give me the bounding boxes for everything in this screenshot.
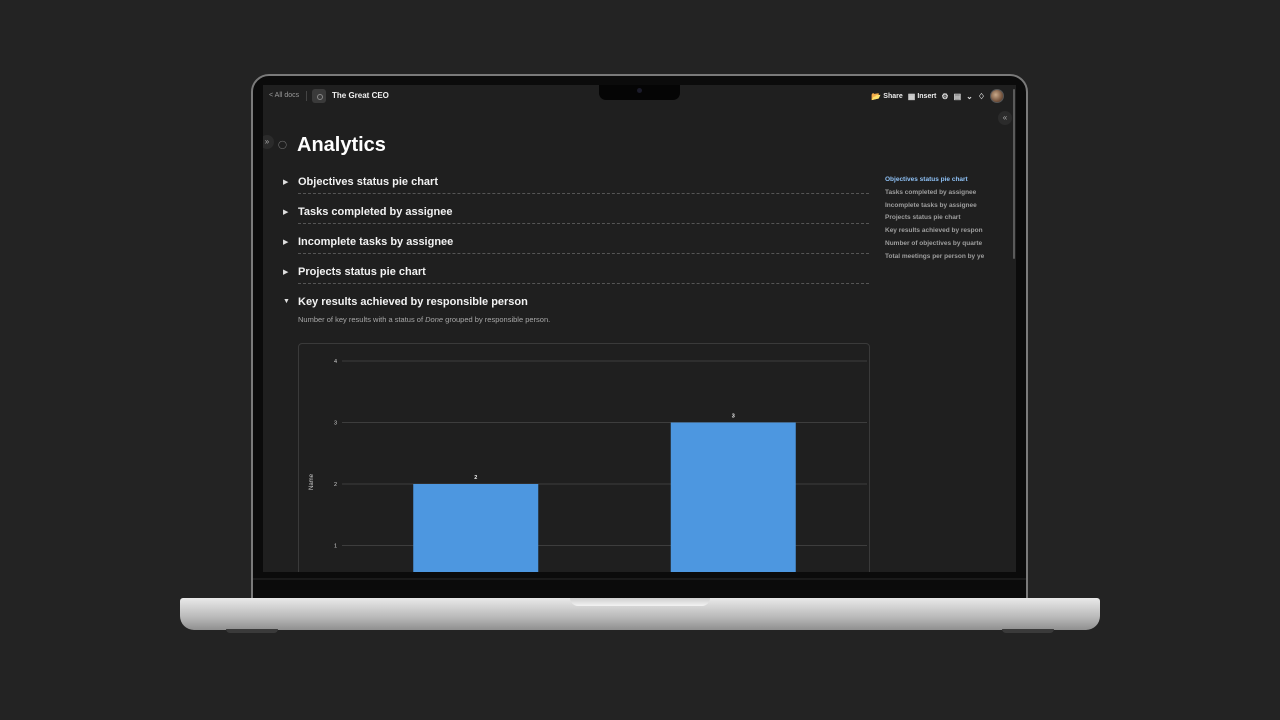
bell-icon[interactable]: ♢ <box>978 92 985 101</box>
grid-icon: ▦ <box>907 91 916 101</box>
doc-title[interactable]: The Great CEO <box>332 91 389 100</box>
section-description: Number of key results with a status of D… <box>298 315 550 324</box>
insert-button[interactable]: ▦ Insert <box>908 92 937 101</box>
collapsed-arrow-icon[interactable]: ▶ <box>283 178 288 186</box>
all-docs-link[interactable]: < All docs <box>269 92 299 99</box>
description-suffix: grouped by responsible person. <box>443 315 551 324</box>
section-title: Objectives status pie chart <box>298 176 438 188</box>
table-of-contents: Objectives status pie chart Tasks comple… <box>885 176 989 266</box>
section-title: Projects status pie chart <box>298 266 426 278</box>
toc-item-tasks-completed[interactable]: Tasks completed by assignee <box>885 189 989 202</box>
section-divider <box>298 283 869 284</box>
topbar-divider <box>306 91 307 101</box>
chevron-down-icon[interactable]: ⌄ <box>966 92 973 101</box>
settings-icon[interactable]: ⚙ <box>941 92 948 101</box>
topbar-actions: 📂 Share ▦ Insert ⚙ ▤ ⌄ ♢ <box>871 89 1004 103</box>
expanded-arrow-icon[interactable]: ▼ <box>283 298 290 305</box>
y-tick-label: 2 <box>334 482 337 488</box>
laptop-foot-right <box>1002 629 1054 633</box>
expand-sidebar-button[interactable]: » <box>263 135 274 149</box>
camera-notch <box>599 85 680 100</box>
laptop-chin <box>253 572 1026 598</box>
section-title: Key results achieved by responsible pers… <box>298 296 528 308</box>
toc-item-objectives-by-quarter[interactable]: Number of objectives by quarte <box>885 240 989 253</box>
description-emphasis: Done <box>425 315 444 324</box>
section-title: Incomplete tasks by assignee <box>298 236 454 248</box>
page-title: Analytics <box>297 134 386 156</box>
toc-item-incomplete-tasks[interactable]: Incomplete tasks by assignee <box>885 202 989 215</box>
bar <box>413 484 539 572</box>
scrollbar[interactable] <box>1013 89 1015 259</box>
app-screen: < All docs The Great CEO 📂 Share ▦ Inser… <box>263 85 1016 572</box>
doc-icon[interactable] <box>312 89 326 103</box>
section-title: Tasks completed by assignee <box>298 206 453 218</box>
section-divider <box>298 193 869 194</box>
collapsed-arrow-icon[interactable]: ▶ <box>283 238 288 246</box>
laptop-foot-left <box>226 629 278 633</box>
description-prefix: Number of key results with a status of <box>298 315 426 324</box>
y-tick-label: 3 <box>334 421 337 427</box>
section-objectives-status[interactable]: ▶ Objectives status pie chart <box>283 174 869 204</box>
collapsed-arrow-icon[interactable]: ▶ <box>283 208 288 216</box>
y-axis-label: Name <box>309 473 315 490</box>
section-projects-status[interactable]: ▶ Projects status pie chart <box>283 264 869 294</box>
insert-label: Insert <box>917 92 937 100</box>
toc-item-projects-status[interactable]: Projects status pie chart <box>885 214 989 227</box>
collapse-toc-button[interactable]: « <box>998 111 1012 125</box>
data-label: 3 <box>732 414 735 420</box>
comment-icon[interactable]: ▤ <box>954 92 962 101</box>
avatar[interactable] <box>990 89 1004 103</box>
toc-item-key-results[interactable]: Key results achieved by respon <box>885 227 989 240</box>
drag-handle-icon[interactable]: ◯ <box>278 140 287 149</box>
section-incomplete-tasks[interactable]: ▶ Incomplete tasks by assignee <box>283 234 869 264</box>
section-tasks-completed[interactable]: ▶ Tasks completed by assignee <box>283 204 869 234</box>
folder-icon: 📂 <box>871 91 882 101</box>
data-label: 2 <box>474 475 477 481</box>
y-tick-label: 1 <box>334 544 337 550</box>
toc-item-objectives-status[interactable]: Objectives status pie chart <box>885 176 989 189</box>
bar-chart: 1 2 3 4 Name 2 3 <box>309 359 867 572</box>
share-label: Share <box>883 92 903 100</box>
section-divider <box>298 253 869 254</box>
y-tick-label: 4 <box>334 359 337 365</box>
laptop-hinge <box>253 578 1026 580</box>
laptop-lip <box>570 598 710 606</box>
collapsed-arrow-icon[interactable]: ▶ <box>283 268 288 276</box>
section-divider <box>298 223 869 224</box>
toc-item-meetings-per-person[interactable]: Total meetings per person by ye <box>885 253 989 266</box>
bar <box>670 422 796 572</box>
bar-chart-container: 1 2 3 4 Name 2 3 <box>298 343 870 572</box>
share-button[interactable]: 📂 Share <box>871 92 902 101</box>
